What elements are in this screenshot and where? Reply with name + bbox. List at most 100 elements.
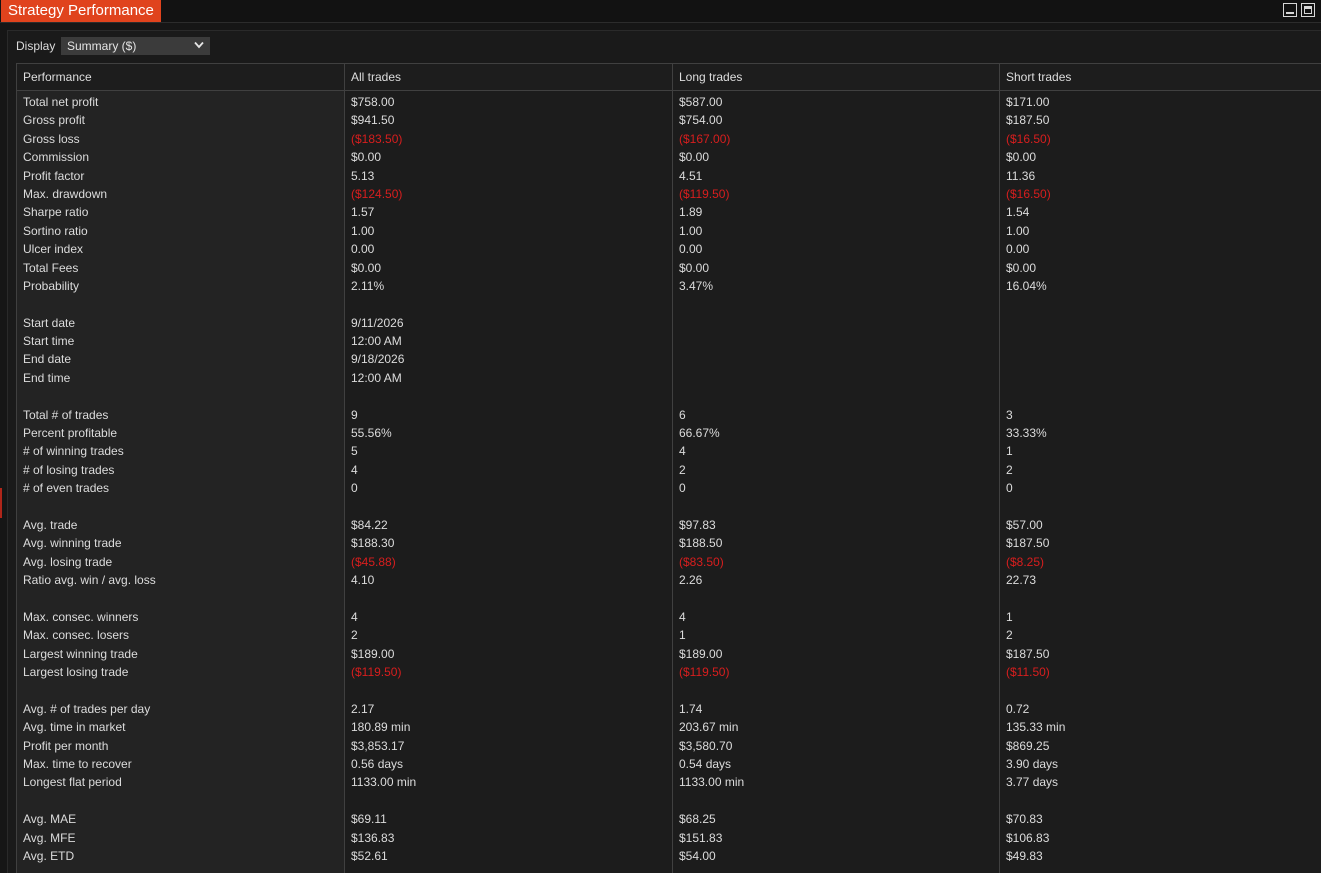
table-cell: 0.00: [679, 242, 703, 257]
table-cell: 12:00 AM: [351, 370, 402, 385]
table-cell: $0.00: [679, 150, 710, 165]
table-cell: $187.50: [1006, 646, 1050, 661]
table-cell: $754.00: [679, 113, 723, 128]
table-cell: [673, 590, 999, 608]
table-cell: [673, 314, 999, 332]
table-cell: 2: [1006, 462, 1013, 477]
table-cell: $869.25: [1006, 738, 1050, 753]
table-cell: ($16.50): [1006, 131, 1051, 146]
table-cell: 2: [351, 628, 358, 643]
table-cell: 1: [1006, 609, 1013, 624]
row-label: Profit factor: [23, 168, 85, 183]
table-cell: 4: [679, 444, 686, 459]
table-cell: 22.73: [1006, 573, 1037, 588]
chevron-down-icon: [194, 41, 204, 49]
column-header-short-trades[interactable]: Short trades: [1000, 64, 1321, 91]
table-cell: 0: [1006, 481, 1013, 496]
table-cell: 0.00: [351, 242, 375, 257]
row-label: [17, 590, 344, 608]
table-cell: [1000, 332, 1321, 350]
row-label: # of even trades: [23, 481, 110, 496]
table-cell: $57.00: [1006, 517, 1043, 532]
row-label: Ratio avg. win / avg. loss: [23, 573, 156, 588]
row-label: Profit per month: [23, 738, 109, 753]
edge-marker: [0, 488, 2, 518]
table-cell: [1000, 295, 1321, 313]
table-cell: $171.00: [1006, 95, 1050, 109]
table-cell: 3: [1006, 407, 1013, 422]
row-label: Avg. losing trade: [23, 554, 113, 569]
table-cell: [345, 682, 672, 700]
table-cell: ($83.50): [679, 554, 724, 569]
row-label: Ulcer index: [23, 242, 84, 257]
table-cell: 1.00: [1006, 223, 1030, 238]
table-cell: $0.00: [351, 260, 382, 275]
row-label: Percent profitable: [23, 426, 118, 441]
table-cell: [673, 295, 999, 313]
table-cell: [1000, 590, 1321, 608]
row-label: # of losing trades: [23, 462, 115, 477]
column-header-long-trades[interactable]: Long trades: [673, 64, 999, 91]
table-cell: [345, 387, 672, 405]
table-cell: 9/11/2026: [351, 315, 404, 330]
column-short-trades: Short trades $171.00 $187.50 ($16.50) $0.00…: [1000, 64, 1321, 873]
table-cell: 1.00: [679, 223, 703, 238]
table-cell: $0.00: [679, 260, 710, 275]
table-cell: $0.00: [1006, 260, 1037, 275]
table-cell: $52.61: [351, 849, 388, 864]
table-cell: 0.54 days: [679, 757, 732, 772]
table-cell: 4: [679, 609, 686, 624]
table-cell: $187.50: [1006, 113, 1050, 128]
performance-grid[interactable]: Performance Total net profit Gross profit…: [16, 63, 1321, 873]
table-cell: $136.83: [351, 830, 395, 845]
row-label: Start date: [23, 315, 76, 330]
column-header-all-trades[interactable]: All trades: [345, 64, 672, 91]
table-cell: $188.30: [351, 536, 395, 551]
table-cell: $188.50: [679, 536, 723, 551]
table-cell: 1.89: [679, 205, 703, 220]
table-cell: [1000, 387, 1321, 405]
table-cell: [1000, 350, 1321, 368]
table-cell: $49.83: [1006, 849, 1043, 864]
table-cell: [673, 387, 999, 405]
row-label: Sharpe ratio: [23, 205, 89, 220]
column-long-trades: Long trades $587.00 $754.00 ($167.00) $0.00…: [673, 64, 1000, 873]
row-label: End time: [23, 370, 71, 385]
table-cell: $941.50: [351, 113, 395, 128]
table-cell: [1000, 314, 1321, 332]
table-cell: 1.00: [351, 223, 375, 238]
table-cell: 0.56 days: [351, 757, 404, 772]
row-label: [17, 792, 344, 810]
table-cell: 0.00: [1006, 242, 1030, 257]
window-title[interactable]: Strategy Performance: [1, 0, 161, 22]
table-cell: [1000, 498, 1321, 516]
display-select[interactable]: Summary ($): [61, 37, 210, 55]
table-cell: [345, 295, 672, 313]
table-cell: 2.17: [351, 701, 375, 716]
row-label: [17, 387, 344, 405]
table-cell: 0: [351, 481, 358, 496]
table-cell: $54.00: [679, 849, 716, 864]
maximize-icon[interactable]: [1301, 3, 1315, 17]
table-cell: 2.26: [679, 573, 703, 588]
table-cell: 4.51: [679, 168, 703, 183]
row-label: Start time: [23, 334, 75, 349]
row-label: Avg. MFE: [23, 830, 76, 845]
table-cell: $151.83: [679, 830, 723, 845]
table-cell: 180.89 min: [351, 720, 411, 735]
row-label: Largest losing trade: [23, 665, 129, 680]
display-selected-value: Summary ($): [67, 39, 137, 53]
table-cell: 2: [679, 462, 686, 477]
row-label: Max. consec. winners: [23, 609, 139, 624]
table-cell: $84.22: [351, 517, 388, 532]
row-label: [17, 498, 344, 516]
column-header-performance[interactable]: Performance: [17, 64, 344, 91]
table-cell: ($183.50): [351, 131, 403, 146]
minimize-icon[interactable]: [1283, 3, 1297, 17]
table-cell: [1000, 369, 1321, 387]
table-cell: ($167.00): [679, 131, 731, 146]
table-cell: 5: [351, 444, 358, 459]
table-cell: 12:00 AM: [351, 334, 402, 349]
title-bar[interactable]: Strategy Performance: [0, 0, 1321, 23]
table-cell: $0.00: [351, 150, 382, 165]
